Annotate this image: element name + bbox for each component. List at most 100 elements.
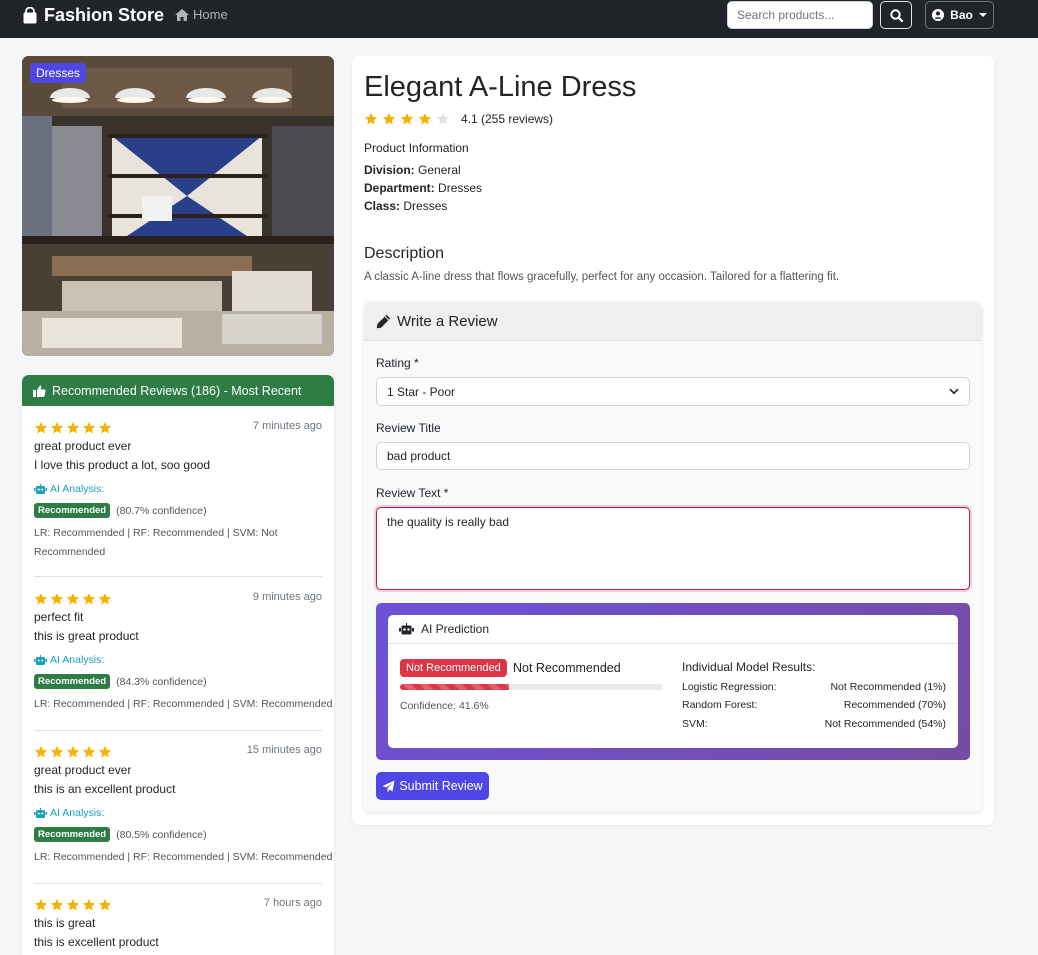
department-label: Department: bbox=[364, 181, 435, 195]
review-divider bbox=[34, 576, 322, 577]
recommended-badge: Recommended bbox=[34, 674, 111, 689]
class-row: Class: Dresses bbox=[364, 199, 447, 213]
recommended-badge: Recommended bbox=[34, 503, 111, 518]
model-name: Random Forest: bbox=[682, 699, 758, 711]
review-title: perfect fit bbox=[34, 610, 84, 624]
confidence-text: (80.5% confidence) bbox=[116, 828, 207, 841]
star-icon bbox=[34, 745, 48, 758]
confidence-text: (80.7% confidence) bbox=[116, 504, 207, 517]
department-row: Department: Dresses bbox=[364, 181, 482, 195]
star-icon bbox=[98, 592, 112, 605]
thumbs-up-icon bbox=[33, 385, 46, 397]
star-icon bbox=[82, 421, 96, 434]
review-stars bbox=[34, 745, 114, 759]
star-icon bbox=[400, 112, 414, 125]
class-value: Dresses bbox=[403, 199, 448, 213]
rating-stars bbox=[364, 112, 454, 126]
robot-icon bbox=[34, 807, 47, 818]
model-result: Recommended (70%) bbox=[843, 699, 946, 711]
star-icon bbox=[34, 421, 48, 434]
star-icon bbox=[98, 745, 112, 758]
ai-analysis-text: AI Analysis: bbox=[50, 654, 105, 666]
user-circle-icon bbox=[932, 9, 945, 21]
reviews-panel-title: Recommended Reviews (186) - Most Recent bbox=[52, 383, 302, 398]
recommended-badge: Recommended bbox=[34, 827, 111, 842]
star-icon bbox=[82, 592, 96, 605]
review-text: this is an excellent product bbox=[34, 782, 176, 796]
ai-analysis-text: AI Analysis: bbox=[50, 483, 105, 495]
review-title-label: Review Title bbox=[376, 421, 441, 435]
recommended-reviews-panel: Recommended Reviews (186) - Most Recent … bbox=[22, 375, 334, 955]
shopping-bag-icon bbox=[23, 6, 37, 23]
model-result-row: Random Forest: Recommended (70%) bbox=[682, 699, 946, 711]
ai-result-row: Recommended (80.7% confidence) bbox=[34, 503, 207, 518]
star-icon bbox=[66, 898, 80, 911]
review-text-input[interactable]: the quality is really bad bbox=[376, 507, 970, 590]
search-input[interactable] bbox=[727, 1, 873, 29]
model-results-text: LR: Recommended | RF: Recommended | SVM:… bbox=[34, 527, 278, 558]
chevron-down-icon bbox=[978, 13, 987, 17]
nav-home-link[interactable]: Home bbox=[175, 7, 228, 22]
star-icon bbox=[436, 112, 450, 125]
submit-review-button[interactable]: Submit Review bbox=[376, 772, 489, 800]
review-text: this is great product bbox=[34, 629, 139, 643]
model-results-text: LR: Recommended | RF: Recommended | SVM:… bbox=[34, 698, 333, 710]
rating-select[interactable]: 1 Star - Poor bbox=[376, 377, 970, 406]
star-icon bbox=[66, 745, 80, 758]
review-text: this is excellent product bbox=[34, 935, 159, 949]
star-icon bbox=[382, 112, 396, 125]
review-title: great product ever bbox=[34, 763, 132, 777]
division-label: Division: bbox=[364, 163, 415, 177]
brand-link[interactable]: Fashion Store bbox=[22, 4, 164, 26]
review-divider bbox=[34, 883, 322, 884]
ai-prediction-header: AI Prediction bbox=[388, 615, 958, 644]
description-heading: Description bbox=[364, 245, 445, 262]
submit-review-label: Submit Review bbox=[399, 779, 483, 793]
search-icon bbox=[889, 8, 903, 22]
star-icon bbox=[50, 421, 64, 434]
product-image bbox=[22, 56, 334, 356]
star-icon bbox=[364, 112, 378, 125]
brand-name: Fashion Store bbox=[44, 4, 165, 25]
pencil-icon bbox=[376, 314, 391, 328]
search-button[interactable] bbox=[880, 1, 912, 29]
review-title: this is great bbox=[34, 916, 96, 930]
review-title-input[interactable] bbox=[376, 442, 970, 470]
ai-result-row: Recommended (80.5% confidence) bbox=[34, 827, 207, 842]
rating-label: Rating * bbox=[376, 356, 419, 370]
user-menu-button[interactable]: Bao bbox=[925, 1, 994, 29]
write-review-title: Write a Review bbox=[397, 312, 498, 330]
model-results-text: LR: Recommended | RF: Recommended | SVM:… bbox=[34, 851, 333, 863]
ai-analysis-label: AI Analysis: bbox=[34, 807, 104, 819]
ai-analysis-label: AI Analysis: bbox=[34, 483, 104, 495]
review-stars bbox=[34, 898, 114, 912]
product-rating: 4.1 (255 reviews) bbox=[364, 112, 553, 126]
model-result-row: SVM: Not Recommended (54%) bbox=[682, 718, 946, 730]
star-icon bbox=[418, 112, 432, 125]
division-row: Division: General bbox=[364, 163, 461, 177]
star-icon bbox=[66, 592, 80, 605]
confidence-progress-fill bbox=[400, 684, 510, 690]
write-review-header: Write a Review bbox=[364, 302, 982, 341]
confidence-text: (84.3% confidence) bbox=[116, 675, 207, 688]
ai-result-row: Recommended (84.3% confidence) bbox=[34, 674, 207, 689]
description-text: A classic A-line dress that flows gracef… bbox=[364, 271, 840, 283]
paper-plane-icon bbox=[382, 780, 395, 792]
individual-models-heading: Individual Model Results: bbox=[682, 660, 816, 674]
review-time: 15 minutes ago bbox=[246, 744, 322, 756]
review-time: 9 minutes ago bbox=[252, 591, 322, 603]
navbar: Fashion Store Home Bao bbox=[0, 0, 1038, 38]
rating-select-value: 1 Star - Poor bbox=[387, 384, 456, 399]
chevron-down-icon bbox=[949, 388, 959, 395]
rating-summary: 4.1 (255 reviews) bbox=[461, 112, 554, 126]
reviews-panel-header: Recommended Reviews (186) - Most Recent bbox=[22, 375, 334, 406]
review-stars bbox=[34, 592, 114, 606]
star-icon bbox=[82, 745, 96, 758]
star-icon bbox=[98, 421, 112, 434]
star-icon bbox=[98, 898, 112, 911]
home-icon bbox=[175, 8, 189, 21]
model-result: Not Recommended (54%) bbox=[824, 718, 946, 730]
ai-analysis-text: AI Analysis: bbox=[50, 807, 105, 819]
review-time: 7 minutes ago bbox=[252, 420, 322, 432]
star-icon bbox=[66, 421, 80, 434]
